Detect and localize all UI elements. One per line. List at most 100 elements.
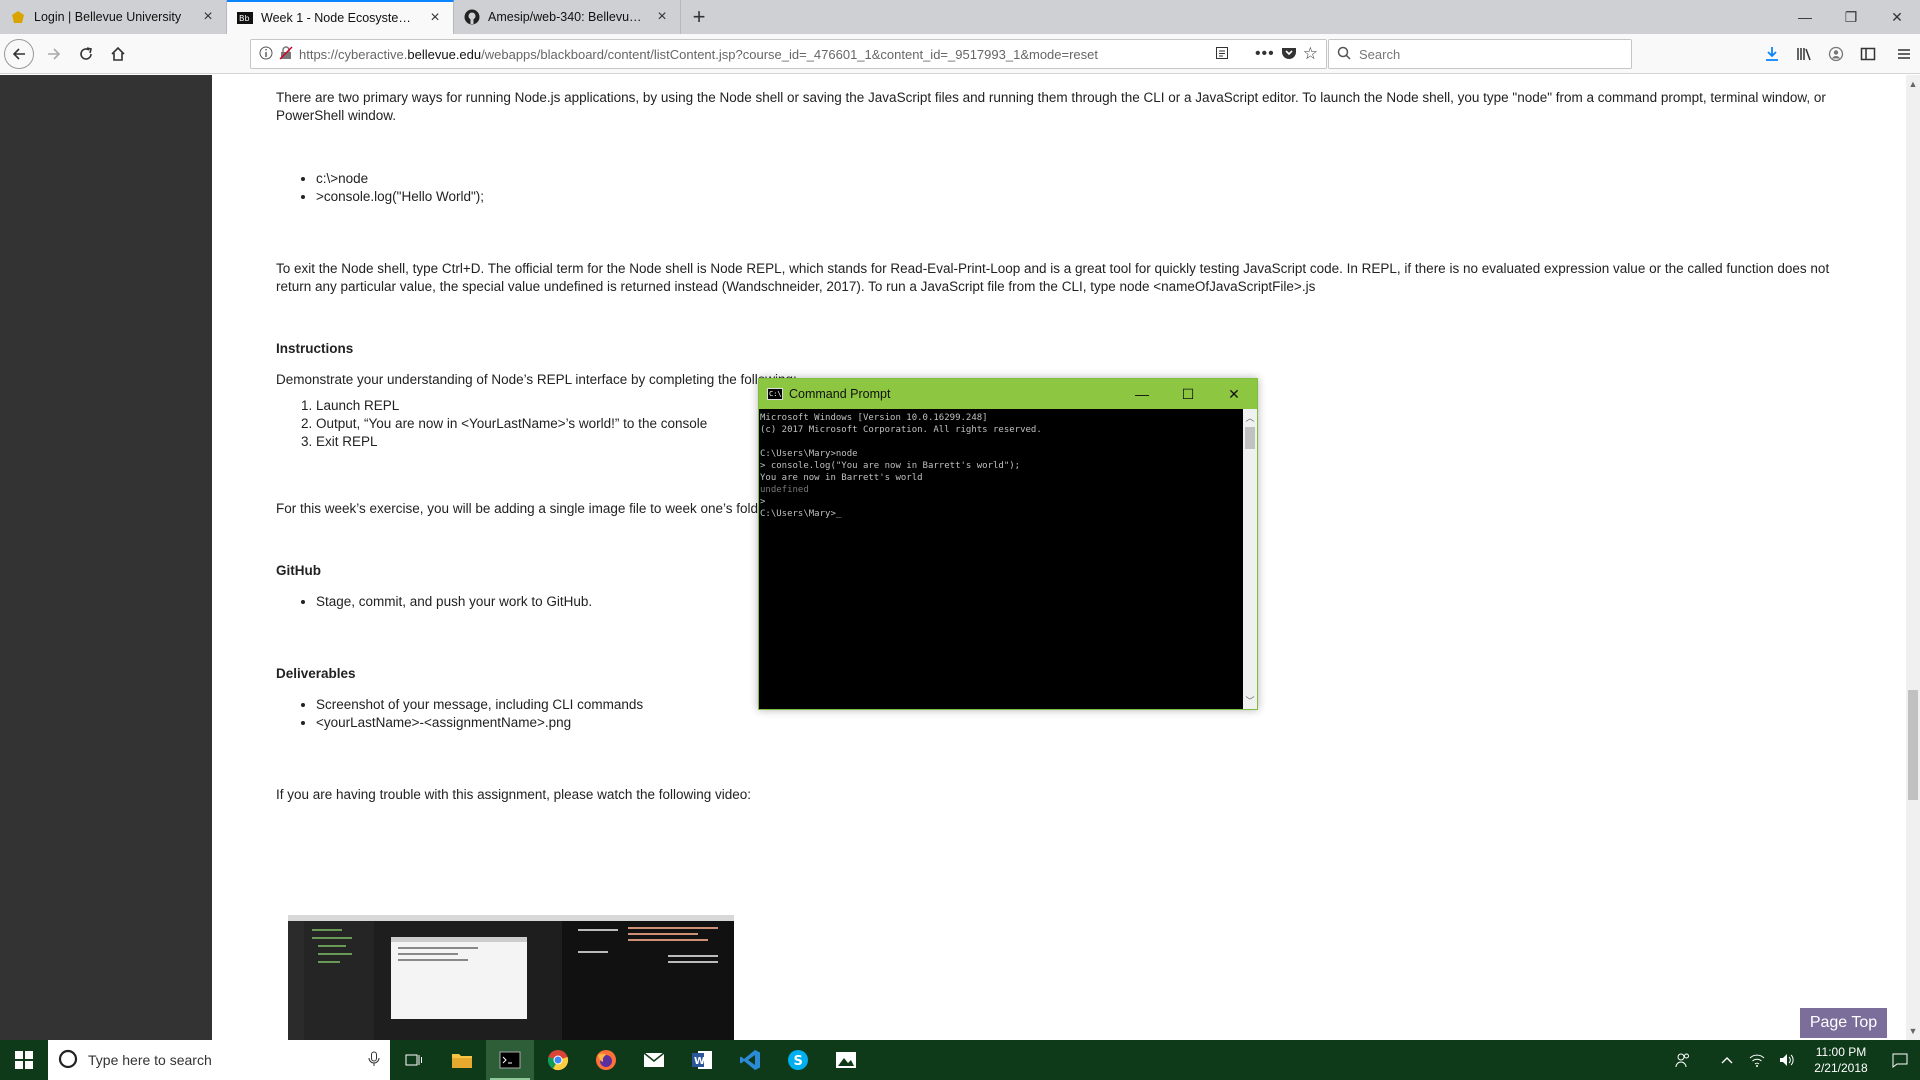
chevron-up-icon[interactable] (1712, 1056, 1742, 1064)
instructions-heading: Instructions (276, 341, 354, 356)
console-line: C:\Users\Mary>_ (760, 509, 842, 519)
intro-paragraph: There are two primary ways for running N… (276, 89, 1836, 125)
cmd-title-bar[interactable]: C:\ Command Prompt — ☐ ✕ (759, 379, 1257, 409)
cmd-title: Command Prompt (789, 387, 891, 401)
command-prompt-window[interactable]: C:\ Command Prompt — ☐ ✕ Microsoft Windo… (758, 378, 1258, 710)
network-icon[interactable] (1742, 1053, 1772, 1067)
minimize-icon[interactable]: — (1119, 379, 1165, 409)
info-icon[interactable] (259, 46, 273, 63)
console-line: You are now in Barrett's world (760, 473, 923, 483)
list-item: c:\>node (316, 170, 1836, 188)
tab-title: Amesip/web-340: Bellevue Uni (488, 10, 646, 24)
console-line: > (760, 497, 766, 507)
close-icon[interactable]: ✕ (1211, 379, 1257, 409)
search-input[interactable]: Search (1328, 39, 1632, 69)
close-icon[interactable]: × (654, 9, 670, 25)
command-list: c:\>node >console.log("Hello World"); (276, 170, 1836, 206)
intro-text: There are two primary ways for running N… (276, 90, 1826, 123)
microphone-icon[interactable] (368, 1051, 380, 1070)
close-icon[interactable]: × (200, 9, 216, 25)
chrome-icon[interactable] (534, 1040, 582, 1080)
restore-icon[interactable]: ❐ (1828, 0, 1874, 34)
exit-text: To exit the Node shell, type Ctrl+D. The… (276, 261, 1830, 294)
scrollbar-thumb[interactable] (1245, 427, 1255, 449)
maximize-icon[interactable]: ☐ (1165, 379, 1211, 409)
console-line: > console.log("You are now in Barrett's … (760, 461, 1021, 471)
cortana-icon (58, 1049, 78, 1072)
task-view-icon[interactable] (390, 1040, 438, 1080)
clock-date: 2/21/2018 (1814, 1061, 1868, 1075)
scroll-up-icon[interactable]: ︿ (1243, 411, 1257, 424)
trouble-paragraph: If you are having trouble with this assi… (276, 786, 1836, 804)
url-text: https://cyberactive.bellevue.edu/webapps… (299, 46, 1098, 62)
scroll-up-icon[interactable]: ▲ (1906, 77, 1920, 91)
photos-icon[interactable] (822, 1040, 870, 1080)
download-icon[interactable] (1756, 38, 1788, 70)
scrollbar-thumb[interactable] (1908, 690, 1918, 800)
toolbar-right (1756, 38, 1920, 70)
nav-bar: https://cyberactive.bellevue.edu/webapps… (0, 34, 1920, 74)
windows-start-icon[interactable] (0, 1040, 48, 1080)
sync-account-icon[interactable] (1820, 38, 1852, 70)
tab-title: Login | Bellevue University (34, 10, 182, 24)
firefox-icon[interactable] (582, 1040, 630, 1080)
library-icon[interactable] (1788, 38, 1820, 70)
video-thumbnail[interactable] (288, 915, 734, 1040)
system-tray: 11:00 PM 2/21/2018 (1668, 1040, 1920, 1080)
github-icon (464, 9, 480, 25)
window-controls: — ❐ ✕ (1782, 0, 1920, 34)
vscode-icon[interactable] (726, 1040, 774, 1080)
svg-text:S: S (794, 1054, 803, 1069)
page-scrollbar[interactable]: ▲ ▼ (1906, 75, 1920, 1040)
cmd-scrollbar[interactable]: ︿ ﹀ (1243, 409, 1257, 709)
tab-login[interactable]: Login | Bellevue University × (0, 0, 227, 34)
page-top-button[interactable]: Page Top (1800, 1008, 1887, 1038)
menu-icon[interactable] (1888, 38, 1920, 70)
taskbar-search-input[interactable]: Type here to search (48, 1040, 390, 1080)
scroll-down-icon[interactable]: ▼ (1906, 1024, 1920, 1038)
file-explorer-icon[interactable] (438, 1040, 486, 1080)
svg-text:W: W (694, 1056, 705, 1067)
scroll-down-icon[interactable]: ﹀ (1243, 694, 1257, 707)
reader-view-icon[interactable] (1215, 46, 1229, 63)
home-icon[interactable] (102, 38, 134, 70)
list-item: >console.log("Hello World"); (316, 188, 1836, 206)
volume-icon[interactable] (1772, 1053, 1802, 1067)
console-line: Microsoft Windows [Version 10.0.16299.24… (760, 413, 988, 423)
skype-icon[interactable]: S (774, 1040, 822, 1080)
svg-text:Bb: Bb (239, 14, 250, 23)
new-tab-button[interactable]: + (681, 0, 717, 34)
reload-icon[interactable] (70, 38, 102, 70)
minimize-icon[interactable]: — (1782, 0, 1828, 34)
back-icon[interactable] (4, 38, 34, 69)
pocket-icon[interactable] (1281, 46, 1297, 63)
sidebar-icon[interactable] (1852, 38, 1884, 70)
trouble-text: If you are having trouble with this assi… (276, 787, 752, 802)
clock-time: 11:00 PM (1815, 1045, 1867, 1059)
insecure-lock-icon[interactable] (279, 45, 293, 63)
close-window-icon[interactable]: ✕ (1874, 0, 1920, 34)
tab-week1[interactable]: Bb Week 1 - Node Ecosystem – WE × (227, 0, 454, 34)
bookmark-star-icon[interactable]: ☆ (1303, 44, 1318, 64)
taskbar-search-placeholder: Type here to search (88, 1052, 212, 1068)
tab-strip: Login | Bellevue University × Bb Week 1 … (0, 0, 1920, 34)
command-prompt-icon[interactable] (486, 1040, 534, 1080)
system-clock[interactable]: 11:00 PM 2/21/2018 (1802, 1044, 1880, 1076)
console-line: C:\Users\Mary>node (760, 449, 858, 459)
search-placeholder: Search (1359, 46, 1401, 62)
cmd-window-icon: C:\ (767, 388, 783, 400)
tab-title: Week 1 - Node Ecosystem – WE (261, 11, 419, 25)
blackboard-icon: Bb (237, 10, 253, 26)
url-bar[interactable]: https://cyberactive.bellevue.edu/webapps… (250, 39, 1327, 69)
console-line: undefined (760, 485, 809, 495)
action-center-icon[interactable] (1880, 1052, 1920, 1068)
mail-icon[interactable] (630, 1040, 678, 1080)
tab-github[interactable]: Amesip/web-340: Bellevue Uni × (454, 0, 681, 34)
cmd-console[interactable]: Microsoft Windows [Version 10.0.16299.24… (759, 409, 1243, 709)
people-icon[interactable] (1668, 1052, 1698, 1068)
page-actions-icon[interactable]: ••• (1255, 45, 1275, 63)
word-icon[interactable]: W (678, 1040, 726, 1080)
close-icon[interactable]: × (427, 10, 443, 26)
forward-icon[interactable] (38, 38, 70, 70)
exit-paragraph: To exit the Node shell, type Ctrl+D. The… (276, 260, 1836, 296)
